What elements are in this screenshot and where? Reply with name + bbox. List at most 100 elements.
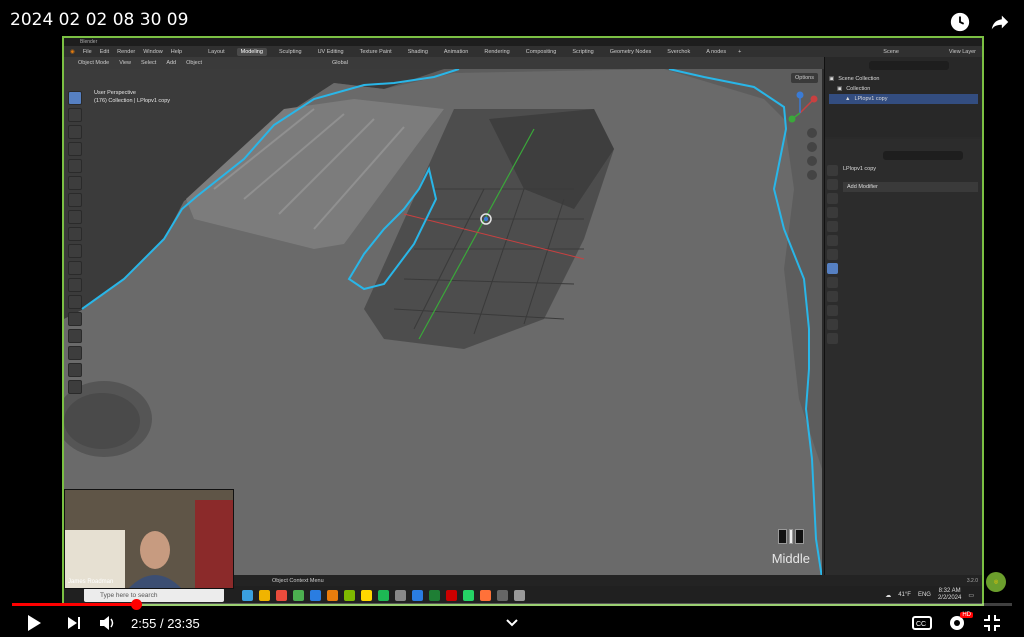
whatsapp-icon[interactable] [463,589,474,601]
outliner-collection[interactable]: ▣ Collection [829,84,978,94]
view-layer-tab[interactable] [827,207,838,218]
particles-tab[interactable] [827,277,838,288]
properties-search[interactable] [883,151,963,160]
tab-texture-paint[interactable]: Texture Paint [356,48,396,56]
tab-compositing[interactable]: Compositing [522,48,561,56]
measure-tool[interactable] [68,210,82,224]
data-tab[interactable] [827,319,838,330]
edge-slide-tool[interactable] [68,380,82,394]
video-player[interactable]: 2024 02 02 08 30 09 Blender ◉ File Edit … [0,0,1024,637]
poly-build-tool[interactable] [68,329,82,343]
mode-selector[interactable]: Object Mode [78,60,109,66]
outliner-search[interactable] [869,61,949,70]
menu-render[interactable]: Render [117,49,135,55]
add-modifier-button[interactable]: Add Modifier [843,182,978,192]
notification-icon[interactable]: ▭ [968,592,974,599]
tab-geometry-nodes[interactable]: Geometry Nodes [606,48,656,56]
extrude-tool[interactable] [68,244,82,258]
tab-scripting[interactable]: Scripting [568,48,597,56]
tab-modeling[interactable]: Modeling [236,47,267,56]
modifier-tab[interactable] [827,263,838,274]
cursor-tool[interactable] [68,108,82,122]
blender-logo-icon[interactable]: ◉ [70,49,75,55]
tool-tab[interactable] [827,165,838,176]
clock[interactable]: 8:32 AM 2/2/2024 [938,588,961,602]
settings-gear-icon[interactable]: HD [945,612,973,634]
spotify-icon[interactable] [378,589,389,601]
scene-tab[interactable] [827,221,838,232]
captions-icon[interactable]: CC [910,612,934,634]
volume-icon[interactable] [96,612,120,634]
menu-object[interactable]: Object [186,60,202,66]
view-layer-selector[interactable]: View Layer [949,49,976,55]
options-button[interactable]: Options [791,73,818,83]
constraints-tab[interactable] [827,305,838,316]
output-tab[interactable] [827,193,838,204]
excel-icon[interactable] [429,589,440,601]
inset-tool[interactable] [68,261,82,275]
transform-tool[interactable] [68,176,82,190]
annotate-tool[interactable] [68,193,82,207]
knife-tool[interactable] [68,312,82,326]
watch-later-icon[interactable] [948,10,972,34]
tab-uv-editing[interactable]: UV Editing [314,48,348,56]
menu-select[interactable]: Select [141,60,156,66]
add-workspace-icon[interactable]: + [738,49,741,55]
move-tool[interactable] [68,125,82,139]
smooth-tool[interactable] [68,363,82,377]
exit-fullscreen-icon[interactable] [980,612,1004,634]
app-icon[interactable] [497,589,508,601]
scene-selector[interactable]: Scene [883,49,899,55]
next-button[interactable] [62,612,86,634]
menu-add[interactable]: Add [166,60,176,66]
tab-rendering[interactable]: Rendering [480,48,513,56]
object-tab[interactable] [827,249,838,260]
loop-cut-tool[interactable] [68,295,82,309]
app-icon[interactable] [344,589,355,601]
material-tab[interactable] [827,333,838,344]
weather-temp[interactable]: 41°F [898,592,911,598]
chrome-icon[interactable] [293,589,304,601]
app-icon[interactable] [395,589,406,601]
outliner-scene-collection[interactable]: ▣ Scene Collection [829,74,978,84]
chapter-chevron-down-icon[interactable] [500,612,524,634]
app-icon[interactable] [412,589,423,601]
select-box-tool[interactable] [68,91,82,105]
spin-tool[interactable] [68,346,82,360]
settings-icon[interactable] [514,589,525,601]
menu-help[interactable]: Help [171,49,182,55]
app-icon[interactable] [361,589,372,601]
tab-sverchok[interactable]: Sverchok [663,48,694,56]
firefox-icon[interactable] [480,589,491,601]
render-tab[interactable] [827,179,838,190]
share-icon[interactable] [988,10,1012,34]
world-tab[interactable] [827,235,838,246]
orientation-selector[interactable]: Global [332,60,348,66]
menu-view[interactable]: View [119,60,131,66]
task-view-icon[interactable] [242,589,253,601]
edge-icon[interactable] [310,589,321,601]
menu-file[interactable]: File [83,49,92,55]
language-indicator[interactable]: ENG [918,592,931,598]
tab-shading[interactable]: Shading [404,48,432,56]
progress-bar[interactable] [12,599,1012,610]
filezilla-icon[interactable] [446,589,457,601]
rotate-tool[interactable] [68,142,82,156]
blender-taskbar-icon[interactable] [327,589,338,601]
bevel-tool[interactable] [68,278,82,292]
weather-icon[interactable]: ☁ [885,592,891,599]
tab-animation[interactable]: Animation [440,48,472,56]
navigation-gizmo[interactable] [788,89,818,199]
play-button[interactable] [22,612,46,634]
add-cube-tool[interactable] [68,227,82,241]
scale-tool[interactable] [68,159,82,173]
tab-layout[interactable]: Layout [204,48,229,56]
file-explorer-icon[interactable] [259,589,270,601]
physics-tab[interactable] [827,291,838,302]
taskbar-search[interactable]: Type here to search [84,588,224,602]
tab-sculpting[interactable]: Sculpting [275,48,306,56]
tab-a-nodes[interactable]: A nodes [702,48,730,56]
menu-window[interactable]: Window [143,49,163,55]
progress-scrubber[interactable] [131,599,142,610]
menu-edit[interactable]: Edit [100,49,109,55]
